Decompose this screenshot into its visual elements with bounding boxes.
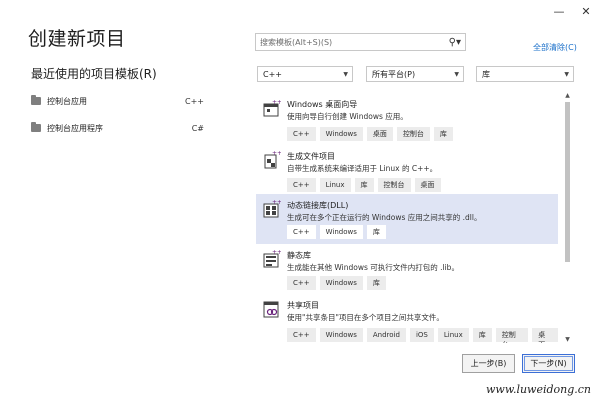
tag: Android xyxy=(366,328,406,342)
template-tags: C++ Linux 库 控制台 桌面 xyxy=(287,178,441,192)
language-filter-value: C++ xyxy=(263,69,282,79)
tag: 桌面 xyxy=(414,178,441,192)
svg-text:++: ++ xyxy=(272,249,281,256)
platform-filter-dropdown[interactable]: 所有平台(P) ▼ xyxy=(366,66,464,82)
template-name: 共享项目 xyxy=(287,301,319,310)
recent-item-lang: C++ xyxy=(185,96,204,106)
page-title: 创建新项目 xyxy=(28,28,126,50)
static-library-icon: ++ xyxy=(263,249,281,268)
template-description: 生成能在其他 Windows 可执行文件内打包的 .lib。 xyxy=(287,263,459,272)
template-shared-project[interactable]: 共享项目 使用"共享条目"项目在多个项目之间共享文件。 C++ Windows … xyxy=(256,294,558,343)
tag: C++ xyxy=(287,328,316,342)
tag: C++ xyxy=(287,276,316,290)
search-input[interactable]: 搜索模板(Alt+S)(S) ⚲▾ xyxy=(255,33,466,51)
template-description: 使用"共享条目"项目在多个项目之间共享文件。 xyxy=(287,313,444,322)
tag: Linux xyxy=(319,178,351,192)
tag: C++ xyxy=(287,178,316,192)
project-type-filter-dropdown[interactable]: 库 ▼ xyxy=(476,66,574,82)
tag: 库 xyxy=(354,178,374,192)
folder-icon xyxy=(31,95,41,105)
template-list: ++ Windows 桌面向导 使用向导自行创建 Windows 应用。 C++… xyxy=(256,90,558,343)
clear-all-link[interactable]: 全部清除(C) xyxy=(533,42,577,53)
template-tags: C++ Windows 库 xyxy=(287,225,386,239)
recent-templates-heading: 最近使用的项目模板(R) xyxy=(31,67,157,81)
dll-icon: ++ xyxy=(263,199,281,218)
template-tags: C++ Windows 库 xyxy=(287,276,386,290)
tag: 桌面 xyxy=(532,328,558,343)
recent-item-lang: C# xyxy=(191,123,204,133)
template-description: 生成可在多个正在运行的 Windows 应用之间共享的 .dll。 xyxy=(287,213,482,222)
recent-item-console-app-program[interactable]: 控制台应用程序 C# xyxy=(31,119,204,137)
scroll-down-arrow-icon[interactable]: ▼ xyxy=(563,336,572,344)
template-windows-desktop-wizard[interactable]: ++ Windows 桌面向导 使用向导自行创建 Windows 应用。 C++… xyxy=(256,93,558,143)
watermark-text: www.luweidong.cn xyxy=(486,383,592,396)
language-filter-dropdown[interactable]: C++ ▼ xyxy=(257,66,353,82)
template-description: 自带生成系统来编译适用于 Linux 的 C++。 xyxy=(287,164,438,173)
tag: iOS xyxy=(409,328,434,342)
svg-text:++: ++ xyxy=(272,99,281,106)
svg-text:++: ++ xyxy=(272,150,281,157)
template-name: 动态链接库(DLL) xyxy=(287,201,349,210)
template-dll[interactable]: ++ 动态链接库(DLL) 生成可在多个正在运行的 Windows 应用之间共享… xyxy=(256,194,558,244)
back-button[interactable]: 上一步(B) xyxy=(462,354,515,373)
folder-icon xyxy=(31,122,41,132)
template-tags: C++ Windows Android iOS Linux 库 控制台 桌面 xyxy=(287,328,558,343)
tag: 库 xyxy=(366,225,386,239)
tag: 库 xyxy=(366,276,386,290)
template-name: 生成文件项目 xyxy=(287,152,335,161)
tag: Windows xyxy=(319,328,363,342)
tag: Linux xyxy=(437,328,469,342)
search-placeholder: 搜索模板(Alt+S)(S) xyxy=(260,37,333,47)
tag: C++ xyxy=(287,225,316,239)
template-static-library[interactable]: ++ 静态库 生成能在其他 Windows 可执行文件内打包的 .lib。 C+… xyxy=(256,244,558,294)
template-tags: C++ Windows 桌面 控制台 库 xyxy=(287,127,453,141)
template-description: 使用向导自行创建 Windows 应用。 xyxy=(287,112,408,121)
tag: C++ xyxy=(287,127,316,141)
recent-item-label: 控制台应用 xyxy=(47,96,87,106)
recent-item-label: 控制台应用程序 xyxy=(47,123,103,133)
tag: 控制台 xyxy=(377,178,411,192)
tag: 控制台 xyxy=(495,328,529,343)
tag: 库 xyxy=(433,127,453,141)
template-makefile-project[interactable]: ++ 生成文件项目 自带生成系统来编译适用于 Linux 的 C++。 C++ … xyxy=(256,145,558,195)
next-button[interactable]: 下一步(N) xyxy=(522,354,575,373)
scroll-up-arrow-icon[interactable]: ▲ xyxy=(563,92,572,100)
minimize-button[interactable]: — xyxy=(548,2,570,20)
svg-text:++: ++ xyxy=(272,199,281,206)
windows-desktop-wizard-icon: ++ xyxy=(263,99,281,117)
shared-project-icon xyxy=(263,301,279,318)
scrollbar-thumb[interactable] xyxy=(565,102,570,262)
tag: 桌面 xyxy=(366,127,393,141)
template-name: Windows 桌面向导 xyxy=(287,100,358,109)
tag: 控制台 xyxy=(396,127,430,141)
chevron-down-icon: ▼ xyxy=(343,70,348,78)
template-list-scrollbar[interactable]: ▲ ▼ xyxy=(563,92,572,344)
tag: Windows xyxy=(319,225,363,239)
minimize-icon: — xyxy=(553,4,565,18)
recent-item-console-app[interactable]: 控制台应用 C++ xyxy=(31,92,204,110)
tag: 库 xyxy=(472,328,492,342)
chevron-down-icon: ▼ xyxy=(454,70,459,78)
makefile-project-icon: ++ xyxy=(264,150,281,169)
chevron-down-icon: ▼ xyxy=(564,70,569,78)
close-icon: ✕ xyxy=(581,4,591,18)
template-name: 静态库 xyxy=(287,251,311,260)
project-type-filter-value: 库 xyxy=(482,69,490,79)
tag: Windows xyxy=(319,127,363,141)
close-button[interactable]: ✕ xyxy=(575,2,597,20)
platform-filter-value: 所有平台(P) xyxy=(372,69,416,79)
tag: Windows xyxy=(319,276,363,290)
search-icon[interactable]: ⚲▾ xyxy=(449,37,461,48)
